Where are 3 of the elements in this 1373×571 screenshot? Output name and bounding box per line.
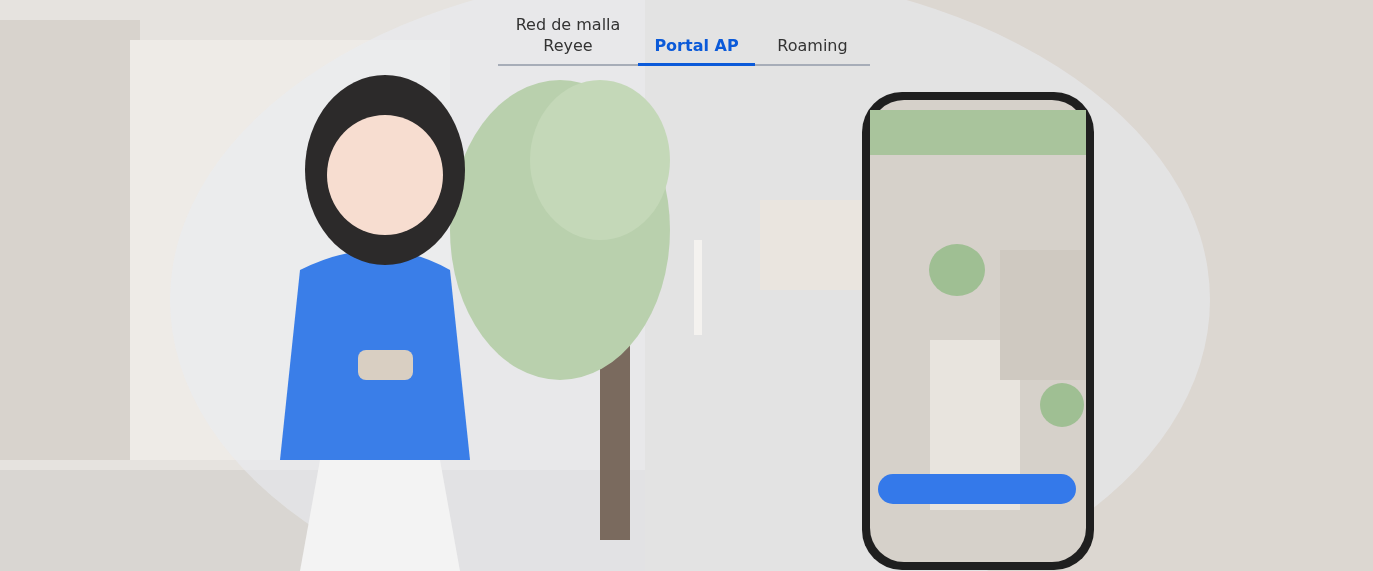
tab[interactable]: Red de malla Reyee xyxy=(498,4,638,66)
tab[interactable]: Portal AP xyxy=(638,4,755,66)
tab[interactable]: Roaming xyxy=(755,4,870,66)
